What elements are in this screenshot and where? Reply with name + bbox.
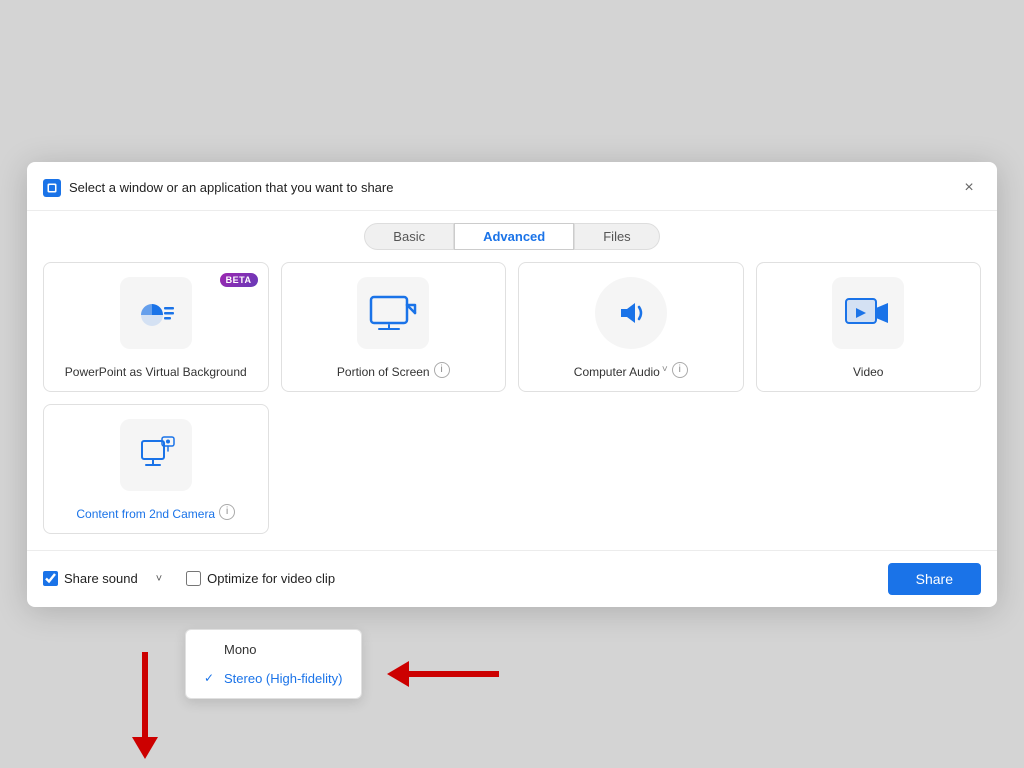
- cards-row2: Content from 2nd Camera i: [27, 404, 997, 550]
- portion-label-row: Portion of Screen i: [337, 361, 450, 379]
- dialog-header: Select a window or an application that y…: [27, 162, 997, 211]
- tab-basic[interactable]: Basic: [364, 223, 454, 250]
- mono-label: Mono: [224, 642, 257, 657]
- portion-icon-wrap: [357, 277, 429, 349]
- arrow-line-horizontal: [409, 671, 499, 677]
- tab-advanced[interactable]: Advanced: [454, 223, 574, 250]
- card-portion-label: Portion of Screen: [337, 365, 430, 379]
- mono-checkmark: [204, 642, 218, 656]
- optimize-checkbox[interactable]: [186, 571, 201, 586]
- cards-row1: BETA PowerPoint as Virtual Background: [27, 262, 997, 404]
- close-button[interactable]: ×: [957, 176, 981, 200]
- share-button[interactable]: Share: [888, 563, 981, 595]
- arrow-head-left: [387, 661, 409, 687]
- audio-label-row: Computer Audio ˅ i: [574, 361, 688, 379]
- card-powerpoint-label: PowerPoint as Virtual Background: [65, 365, 247, 379]
- stereo-checkmark: ✓: [204, 671, 218, 685]
- tab-files[interactable]: Files: [574, 223, 659, 250]
- share-sound-checkbox-label[interactable]: Share sound: [43, 571, 138, 586]
- video-icon-wrap: [832, 277, 904, 349]
- share-sound-chevron[interactable]: ˅: [156, 573, 162, 585]
- dialog-footer: Share sound ˅ Optimize for video clip Sh…: [27, 550, 997, 607]
- arrow-down-annotation: [132, 652, 158, 759]
- powerpoint-icon-wrap: [120, 277, 192, 349]
- arrow-line-vertical: [142, 652, 148, 737]
- optimize-checkbox-label[interactable]: Optimize for video clip: [186, 571, 335, 586]
- audio-chevron[interactable]: ˅: [662, 364, 668, 375]
- optimize-label: Optimize for video clip: [207, 571, 335, 586]
- audio-dropdown-menu: Mono ✓ Stereo (High-fidelity): [185, 629, 362, 699]
- audio-info-icon[interactable]: i: [672, 362, 688, 378]
- audio-icon-wrap: [595, 277, 667, 349]
- card-computer-audio[interactable]: Computer Audio ˅ i: [518, 262, 744, 392]
- dialog-title: Select a window or an application that y…: [69, 180, 949, 195]
- card-audio-label: Computer Audio: [574, 365, 660, 379]
- arrow-head-down: [132, 737, 158, 759]
- share-sound-label: Share sound: [64, 571, 138, 586]
- card-video-label: Video: [853, 365, 883, 379]
- card-camera-label: Content from 2nd Camera: [76, 507, 215, 521]
- camera-info-icon[interactable]: i: [219, 504, 235, 520]
- camera-label-row: Content from 2nd Camera i: [76, 503, 235, 521]
- stereo-label: Stereo (High-fidelity): [224, 671, 343, 686]
- beta-badge: BETA: [220, 273, 258, 287]
- card-2nd-camera[interactable]: Content from 2nd Camera i: [43, 404, 269, 534]
- share-sound-checkbox[interactable]: [43, 571, 58, 586]
- card-powerpoint[interactable]: BETA PowerPoint as Virtual Background: [43, 262, 269, 392]
- card-portion-of-screen[interactable]: Portion of Screen i: [281, 262, 507, 392]
- zoom-icon: [43, 179, 61, 197]
- share-dialog: Select a window or an application that y…: [27, 162, 997, 607]
- dropdown-stereo[interactable]: ✓ Stereo (High-fidelity): [186, 664, 361, 693]
- card-video[interactable]: Video: [756, 262, 982, 392]
- tab-bar: Basic Advanced Files: [27, 211, 997, 262]
- arrow-right-annotation: [387, 661, 499, 687]
- dropdown-mono[interactable]: Mono: [186, 635, 361, 664]
- portion-info-icon[interactable]: i: [434, 362, 450, 378]
- camera-icon-wrap: [120, 419, 192, 491]
